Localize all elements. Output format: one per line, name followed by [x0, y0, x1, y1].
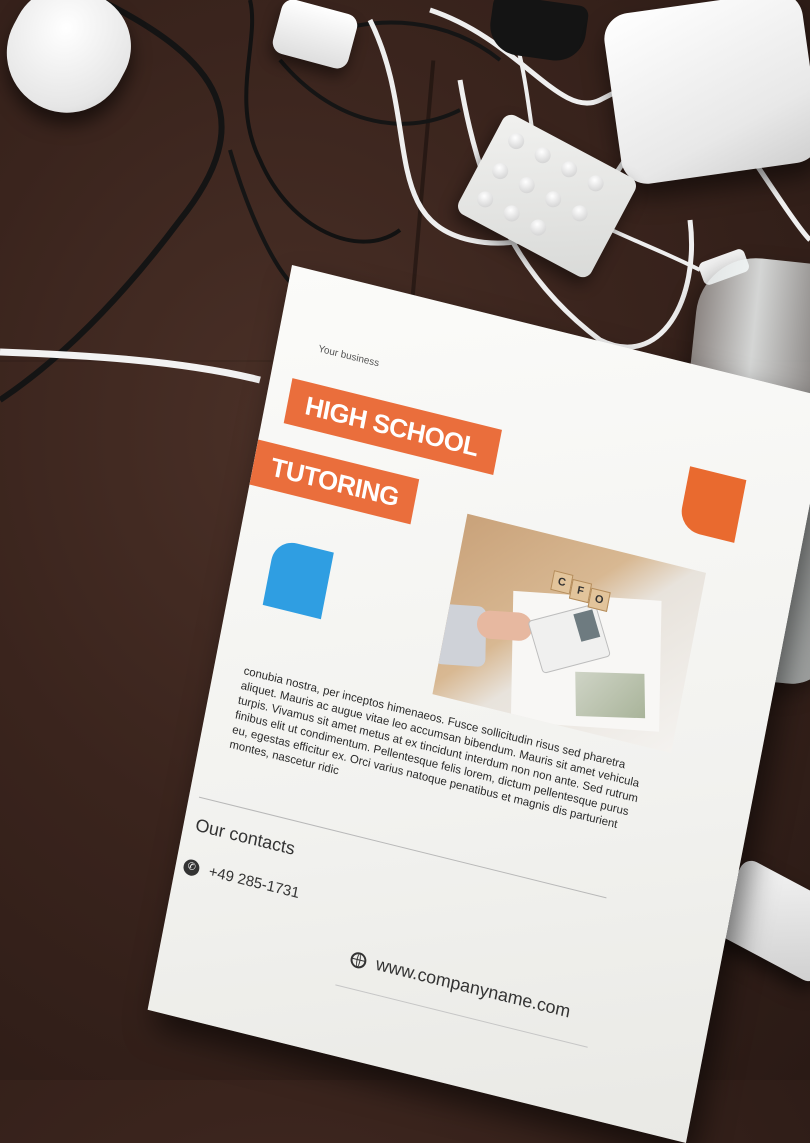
pill — [542, 188, 564, 211]
flyer-photo: C F O — [432, 513, 707, 754]
desk-scene: Your business HIGH SCHOOL TUTORING C F O… — [0, 0, 810, 1143]
phone-row: ✆ +49 285-1731 — [182, 857, 301, 902]
pill — [474, 188, 497, 211]
website-url: www.companyname.com — [374, 953, 573, 1022]
pill — [505, 130, 527, 152]
pill — [568, 202, 591, 225]
business-label: Your business — [317, 343, 381, 370]
pill — [558, 158, 580, 181]
orange-accent-shape — [677, 466, 747, 543]
blue-accent-shape — [262, 538, 334, 620]
banknotes — [575, 671, 646, 719]
globe-icon — [349, 950, 368, 970]
pill — [531, 144, 554, 167]
calculator-screen — [573, 609, 601, 642]
pill — [527, 216, 549, 239]
website-row: www.companyname.com — [349, 948, 572, 1023]
phone-number: +49 285-1731 — [207, 863, 301, 903]
title-line-2: TUTORING — [249, 439, 420, 525]
photo-hand — [476, 609, 533, 642]
pill — [515, 174, 538, 197]
pill — [489, 160, 512, 182]
power-adapter — [601, 0, 810, 188]
pill — [584, 172, 607, 195]
photo-sleeve — [433, 603, 487, 668]
contacts-heading: Our contacts — [193, 814, 297, 859]
pill — [500, 202, 523, 225]
phone-icon: ✆ — [182, 857, 201, 877]
